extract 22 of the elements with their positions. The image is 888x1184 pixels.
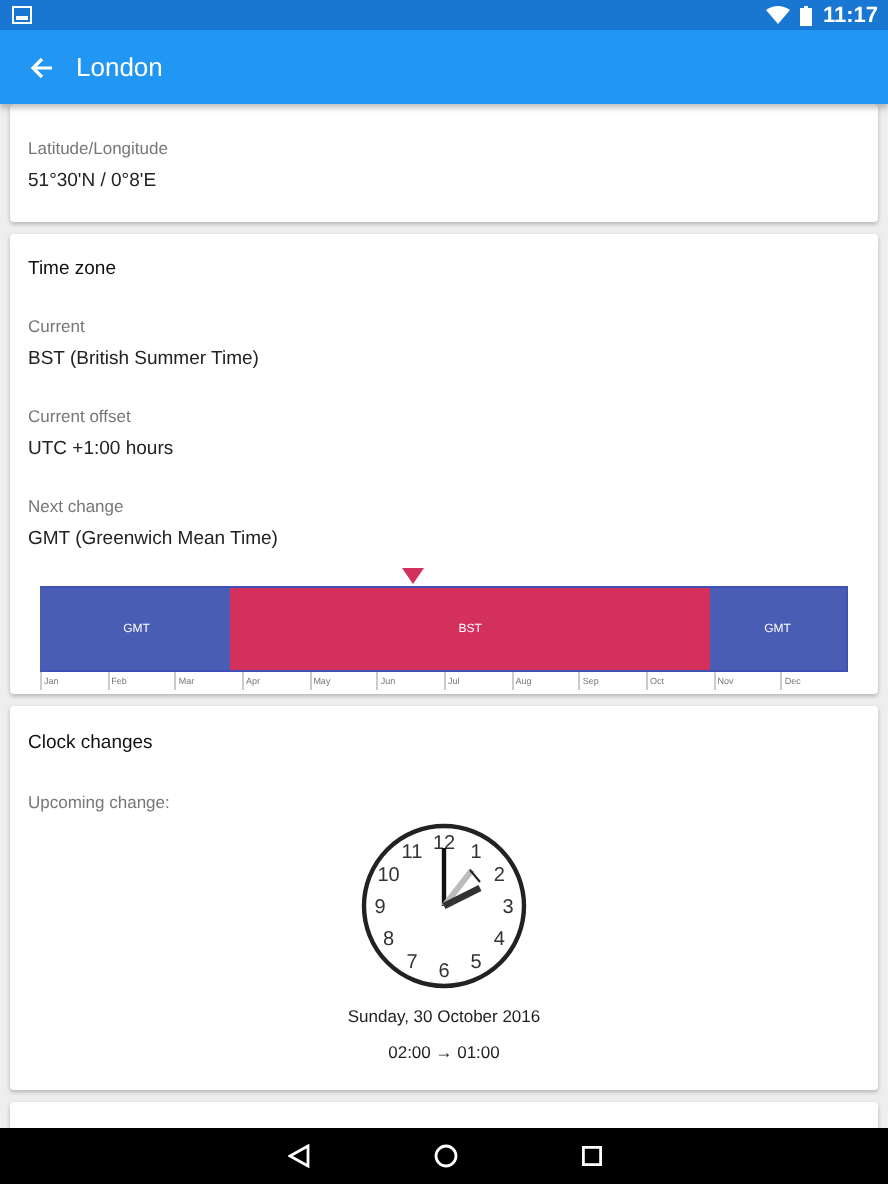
card-title: Clock changes	[28, 732, 153, 754]
change-date: Sunday, 30 October 2016	[347, 1006, 541, 1026]
change-times: 02:00 → 01:00	[388, 1042, 500, 1062]
battery-icon	[800, 5, 813, 25]
field-value: BST (British Summer Time)	[28, 348, 261, 370]
field-value: UTC +1:00 hours	[28, 438, 176, 460]
card-title: Time zone	[28, 258, 118, 280]
field-label: Latitude/Longitude	[28, 138, 170, 158]
recents-icon[interactable]	[581, 1146, 601, 1166]
clock-drawing: 11 12 1 10 2 9 3 8 4 7 6 5	[360, 822, 528, 990]
field-label: Current	[28, 316, 87, 336]
image-icon	[12, 6, 32, 24]
app-bar-title: London	[76, 52, 163, 82]
back-icon[interactable]	[287, 1144, 309, 1168]
field-value: GMT (Greenwich Mean Time)	[28, 528, 280, 550]
status-time: 11:17	[822, 3, 878, 27]
field-label: Upcoming change:	[28, 792, 170, 812]
field-label: Next change	[28, 496, 126, 516]
field-label: Current offset	[28, 406, 133, 426]
home-icon[interactable]	[433, 1144, 457, 1168]
field-value: 51°30'N / 0°8'E	[28, 170, 159, 192]
wifi-icon	[766, 6, 791, 24]
